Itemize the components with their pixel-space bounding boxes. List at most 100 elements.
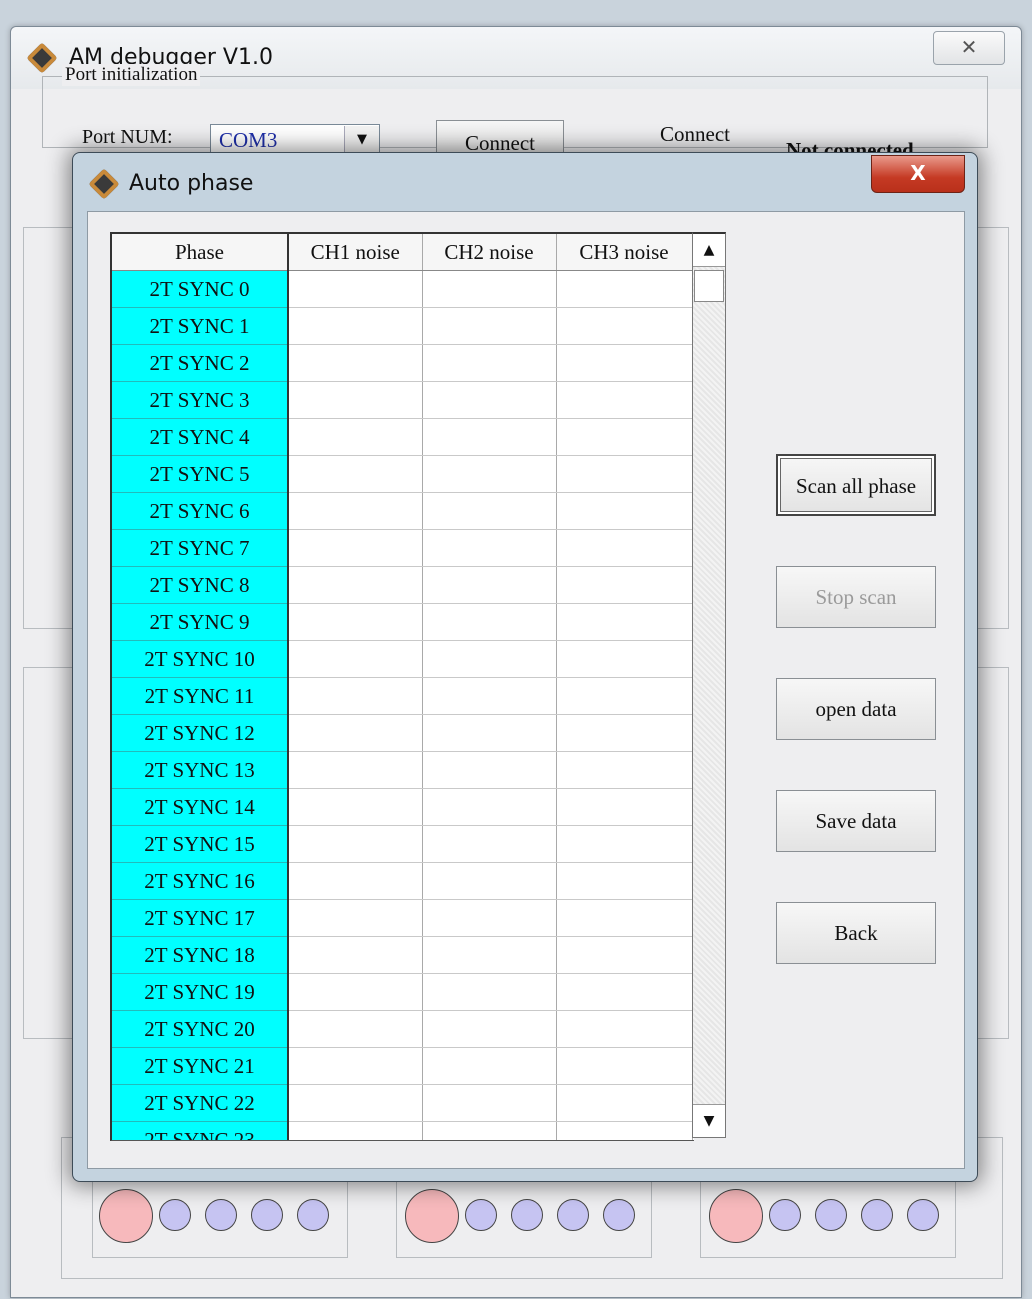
column-header-ch1[interactable]: CH1 noise <box>288 234 423 271</box>
ch2-noise-cell[interactable] <box>422 714 557 752</box>
ch3-noise-cell[interactable] <box>556 529 693 567</box>
table-row[interactable]: 2T SYNC 20 <box>112 1010 693 1048</box>
ch1-noise-cell[interactable] <box>288 714 423 752</box>
phase-cell[interactable]: 2T SYNC 13 <box>112 751 289 789</box>
phase-cell[interactable]: 2T SYNC 12 <box>112 714 289 752</box>
save-data-button[interactable]: Save data <box>776 790 936 852</box>
table-row[interactable]: 2T SYNC 16 <box>112 862 693 900</box>
ch3-noise-cell[interactable] <box>556 1047 693 1085</box>
phase-cell[interactable]: 2T SYNC 8 <box>112 566 289 604</box>
phase-cell[interactable]: 2T SYNC 23 <box>112 1121 289 1140</box>
phase-cell[interactable]: 2T SYNC 22 <box>112 1084 289 1122</box>
ch2-noise-cell[interactable] <box>422 788 557 826</box>
phase-cell[interactable]: 2T SYNC 1 <box>112 307 289 345</box>
ch3-noise-cell[interactable] <box>556 714 693 752</box>
ch3-noise-cell[interactable] <box>556 936 693 974</box>
ch3-noise-cell[interactable] <box>556 418 693 456</box>
table-row[interactable]: 2T SYNC 2 <box>112 344 693 382</box>
ch2-noise-cell[interactable] <box>422 1084 557 1122</box>
ch1-noise-cell[interactable] <box>288 973 423 1011</box>
open-data-button[interactable]: open data <box>776 678 936 740</box>
ch3-noise-cell[interactable] <box>556 899 693 937</box>
phase-cell[interactable]: 2T SYNC 11 <box>112 677 289 715</box>
ch3-noise-cell[interactable] <box>556 862 693 900</box>
ch3-noise-cell[interactable] <box>556 566 693 604</box>
scan-all-phase-button[interactable]: Scan all phase <box>776 454 936 516</box>
ch3-noise-cell[interactable] <box>556 381 693 419</box>
ch2-noise-cell[interactable] <box>422 1010 557 1048</box>
table-row[interactable]: 2T SYNC 14 <box>112 788 693 826</box>
ch1-noise-cell[interactable] <box>288 1047 423 1085</box>
ch2-noise-cell[interactable] <box>422 381 557 419</box>
ch2-noise-cell[interactable] <box>422 677 557 715</box>
ch1-noise-cell[interactable] <box>288 640 423 678</box>
ch1-noise-cell[interactable] <box>288 788 423 826</box>
ch3-noise-cell[interactable] <box>556 270 693 308</box>
table-scrollbar[interactable]: ▲ ▼ <box>692 232 726 1138</box>
column-header-ch3[interactable]: CH3 noise <box>556 234 693 271</box>
dropdown-arrow-icon[interactable]: ▼ <box>344 126 379 154</box>
ch2-noise-cell[interactable] <box>422 603 557 641</box>
ch3-noise-cell[interactable] <box>556 640 693 678</box>
table-row[interactable]: 2T SYNC 3 <box>112 381 693 419</box>
dialog-close-button[interactable]: X <box>871 155 965 193</box>
ch1-noise-cell[interactable] <box>288 492 423 530</box>
ch2-noise-cell[interactable] <box>422 825 557 863</box>
ch2-noise-cell[interactable] <box>422 492 557 530</box>
table-row[interactable]: 2T SYNC 1 <box>112 307 693 345</box>
column-header-phase[interactable]: Phase <box>112 234 289 271</box>
scroll-thumb[interactable] <box>694 270 724 302</box>
back-button[interactable]: Back <box>776 902 936 964</box>
ch2-noise-cell[interactable] <box>422 936 557 974</box>
ch2-noise-cell[interactable] <box>422 640 557 678</box>
phase-cell[interactable]: 2T SYNC 10 <box>112 640 289 678</box>
table-row[interactable]: 2T SYNC 8 <box>112 566 693 604</box>
phase-cell[interactable]: 2T SYNC 7 <box>112 529 289 567</box>
ch1-noise-cell[interactable] <box>288 1010 423 1048</box>
ch2-noise-cell[interactable] <box>422 1121 557 1140</box>
ch1-noise-cell[interactable] <box>288 529 423 567</box>
ch2-noise-cell[interactable] <box>422 270 557 308</box>
table-row[interactable]: 2T SYNC 17 <box>112 899 693 937</box>
ch1-noise-cell[interactable] <box>288 825 423 863</box>
ch3-noise-cell[interactable] <box>556 788 693 826</box>
ch3-noise-cell[interactable] <box>556 825 693 863</box>
phase-table[interactable]: Phase CH1 noise CH2 noise CH3 noise 2T S… <box>110 232 694 1141</box>
phase-cell[interactable]: 2T SYNC 6 <box>112 492 289 530</box>
phase-cell[interactable]: 2T SYNC 3 <box>112 381 289 419</box>
table-row[interactable]: 2T SYNC 0 <box>112 270 693 308</box>
table-row[interactable]: 2T SYNC 18 <box>112 936 693 974</box>
ch3-noise-cell[interactable] <box>556 492 693 530</box>
table-row[interactable]: 2T SYNC 4 <box>112 418 693 456</box>
ch3-noise-cell[interactable] <box>556 603 693 641</box>
ch2-noise-cell[interactable] <box>422 307 557 345</box>
phase-cell[interactable]: 2T SYNC 20 <box>112 1010 289 1048</box>
ch1-noise-cell[interactable] <box>288 344 423 382</box>
phase-cell[interactable]: 2T SYNC 17 <box>112 899 289 937</box>
ch2-noise-cell[interactable] <box>422 862 557 900</box>
ch1-noise-cell[interactable] <box>288 936 423 974</box>
ch1-noise-cell[interactable] <box>288 418 423 456</box>
column-header-ch2[interactable]: CH2 noise <box>422 234 557 271</box>
phase-cell[interactable]: 2T SYNC 5 <box>112 455 289 493</box>
ch1-noise-cell[interactable] <box>288 381 423 419</box>
phase-cell[interactable]: 2T SYNC 2 <box>112 344 289 382</box>
ch1-noise-cell[interactable] <box>288 307 423 345</box>
ch2-noise-cell[interactable] <box>422 973 557 1011</box>
main-close-button[interactable]: ✕ <box>933 31 1005 65</box>
phase-cell[interactable]: 2T SYNC 19 <box>112 973 289 1011</box>
table-row[interactable]: 2T SYNC 21 <box>112 1047 693 1085</box>
table-row[interactable]: 2T SYNC 11 <box>112 677 693 715</box>
table-row[interactable]: 2T SYNC 6 <box>112 492 693 530</box>
ch2-noise-cell[interactable] <box>422 751 557 789</box>
table-row[interactable]: 2T SYNC 19 <box>112 973 693 1011</box>
ch1-noise-cell[interactable] <box>288 751 423 789</box>
ch1-noise-cell[interactable] <box>288 677 423 715</box>
table-row[interactable]: 2T SYNC 10 <box>112 640 693 678</box>
ch1-noise-cell[interactable] <box>288 899 423 937</box>
table-row[interactable]: 2T SYNC 9 <box>112 603 693 641</box>
ch1-noise-cell[interactable] <box>288 1084 423 1122</box>
table-row[interactable]: 2T SYNC 12 <box>112 714 693 752</box>
ch2-noise-cell[interactable] <box>422 418 557 456</box>
phase-cell[interactable]: 2T SYNC 9 <box>112 603 289 641</box>
